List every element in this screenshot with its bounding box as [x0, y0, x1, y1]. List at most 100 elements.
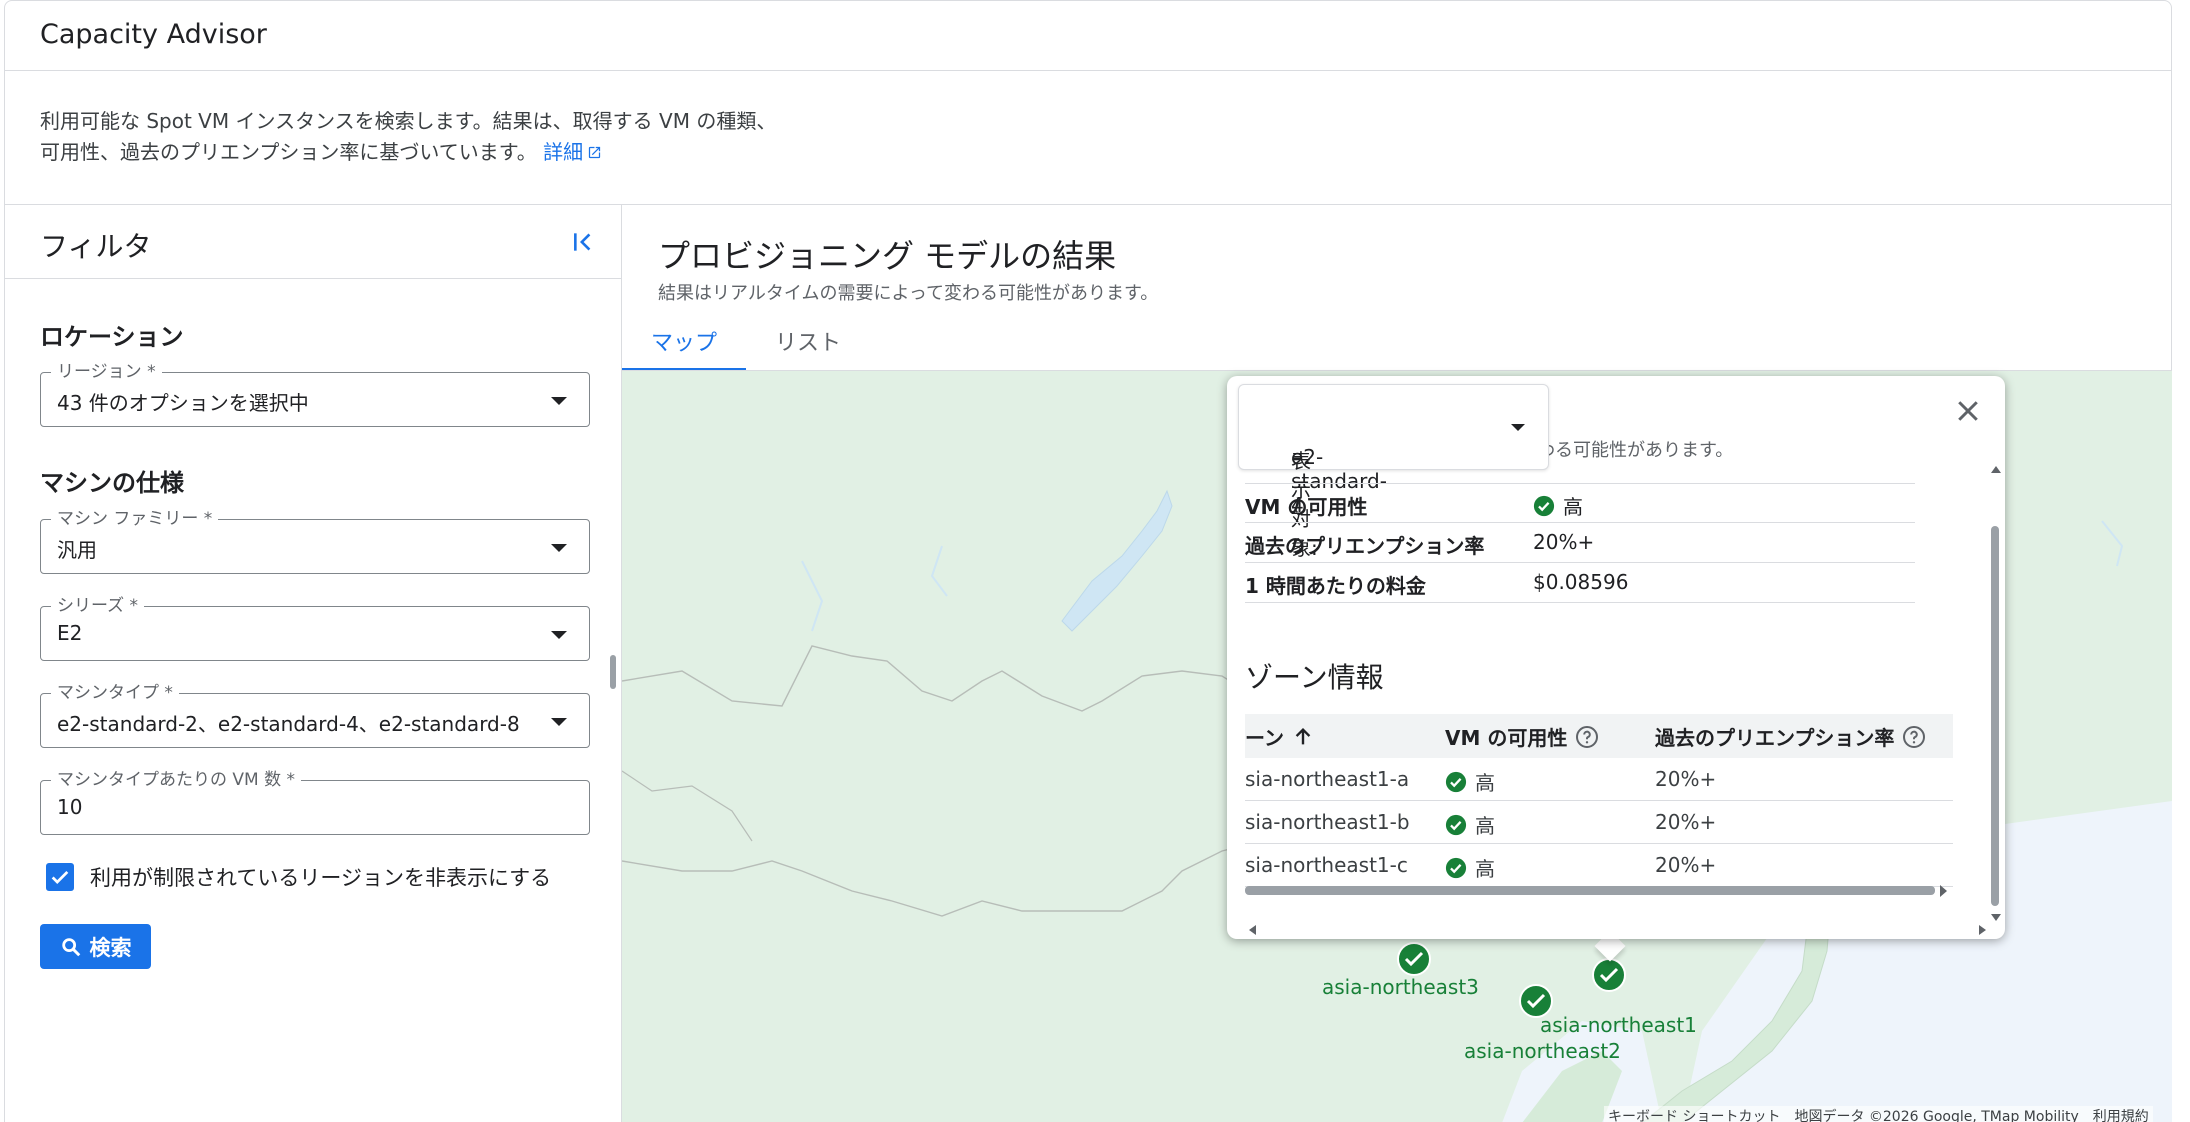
availability-column-header[interactable]: VM の可用性 [1445, 722, 1599, 751]
series-label: シリーズ * [51, 596, 145, 616]
popup-subtitle-partial: わる可能性があります。 [1537, 440, 1734, 461]
series-select[interactable]: シリーズ * E2 [40, 596, 590, 661]
region-marker-asia-northeast1[interactable] [1591, 957, 1627, 993]
summary-key: 過去のプリエンプション率 [1245, 534, 1485, 558]
chevron-down-icon [551, 397, 567, 405]
vm-count-input[interactable]: マシンタイプあたりの VM 数 * 10 [40, 770, 590, 835]
details-link-label: 詳細 [543, 140, 584, 164]
region-select[interactable]: リージョン * 43 件のオプションを選択中 [40, 362, 590, 427]
tab-map[interactable]: マップ [622, 325, 746, 371]
summary-value: 高 [1563, 495, 1583, 519]
chevron-down-icon [551, 631, 567, 639]
zone-name: sia-northeast1-c [1245, 853, 1408, 877]
marker-label-asia-northeast1: asia-northeast1 [1540, 1013, 1697, 1037]
hide-restricted-label: 利用が制限されているリージョンを非表示にする [90, 866, 552, 890]
summary-value: 20%+ [1533, 530, 1595, 554]
vm-count-label: マシンタイプあたりの VM 数 * [51, 770, 302, 790]
machine-type-label: マシンタイプ * [51, 683, 179, 703]
panel-resize-handle[interactable] [610, 655, 616, 689]
filter-header: フィルタ [5, 205, 621, 279]
filter-panel: フィルタ ロケーション リージョン * 43 件のオプションを選択中 マシンの仕… [4, 204, 622, 1122]
scroll-up-arrow-icon[interactable] [1991, 466, 2001, 473]
series-value: E2 [57, 621, 83, 645]
description-text: 利用可能な Spot VM インスタンスを検索します。結果は、取得する VM の… [40, 106, 776, 168]
description-line-2: 可用性、過去のプリエンプション率に基づいています。 [40, 140, 537, 164]
check-circle-icon [1445, 771, 1467, 792]
marker-label-asia-northeast2: asia-northeast2 [1464, 1039, 1621, 1063]
description-line-1: 利用可能な Spot VM インスタンスを検索します。結果は、取得する VM の… [40, 109, 777, 133]
scroll-left-arrow-icon[interactable] [1249, 925, 1256, 935]
search-button-label: 検索 [89, 935, 132, 960]
vm-count-value: 10 [57, 795, 83, 819]
zone-row: sia-northeast1-b 高 20%+ [1245, 801, 1953, 844]
filter-title: フィルタ [40, 230, 152, 263]
machine-family-select[interactable]: マシン ファミリー * 汎用 [40, 509, 590, 574]
zone-name: sia-northeast1-b [1245, 810, 1410, 834]
zone-availability: 高 [1475, 857, 1495, 881]
collapse-panel-icon[interactable] [571, 229, 597, 255]
zone-row: sia-northeast1-c 高 20%+ [1245, 844, 1953, 887]
machine-family-value: 汎用 [57, 538, 97, 562]
close-icon[interactable] [1953, 396, 1983, 426]
preemption-column-header[interactable]: 過去のプリエンプション率 [1655, 722, 1926, 751]
summary-key: VM の可用性 [1245, 495, 1368, 519]
zone-name: sia-northeast1-a [1245, 767, 1410, 791]
check-circle-icon [1445, 857, 1467, 878]
location-section-title: ロケーション [40, 323, 184, 351]
help-icon[interactable] [1902, 725, 1926, 749]
zone-header-label: ーン [1245, 726, 1284, 750]
availability-header-label: VM の可用性 [1445, 726, 1568, 750]
region-value: 43 件のオプションを選択中 [57, 391, 309, 415]
summary-row-availability: VM の可用性 高 [1245, 483, 1915, 523]
machine-type-value: e2-standard-2、e2-standard-4、e2-standard-… [57, 712, 520, 736]
summary-key: 1 時間あたりの料金 [1245, 574, 1426, 598]
table-horizontal-scrollbar[interactable] [1245, 886, 1935, 895]
machine-type-dropdown[interactable]: 表示対象: e2-standard-4 [1238, 384, 1549, 560]
zone-table-header: ーン VM の可用性 過去のプリエンプション率 [1245, 714, 1953, 758]
chevron-down-icon [1511, 424, 1525, 431]
summary-value: $0.08596 [1533, 570, 1629, 594]
chevron-down-icon [551, 718, 567, 726]
scroll-right-arrow-icon[interactable] [1979, 925, 1986, 935]
zone-column-header[interactable]: ーン [1245, 722, 1314, 751]
zone-preemption: 20%+ [1655, 853, 1717, 877]
zone-preemption: 20%+ [1655, 810, 1717, 834]
summary-row-price: 1 時間あたりの料金 $0.08596 [1245, 563, 1915, 603]
hide-restricted-checkbox[interactable] [46, 863, 74, 891]
hide-restricted-row: 利用が制限されているリージョンを非表示にする [46, 862, 551, 892]
tab-list[interactable]: リスト [746, 325, 870, 371]
results-title: プロビジョニング モデルの結果 [658, 237, 1117, 275]
summary-row-preemption: 過去のプリエンプション率 20%+ [1245, 523, 1915, 563]
details-link[interactable]: 詳細 [543, 140, 602, 164]
scroll-right-arrow-icon[interactable] [1940, 885, 1947, 897]
zone-availability: 高 [1475, 771, 1495, 795]
zone-row: sia-northeast1-a 高 20%+ [1245, 758, 1953, 801]
check-circle-icon [1445, 814, 1467, 835]
machine-family-label: マシン ファミリー * [51, 509, 219, 529]
arrow-up-icon [1295, 727, 1311, 744]
search-button[interactable]: 検索 [40, 924, 151, 969]
preemption-header-label: 過去のプリエンプション率 [1655, 726, 1895, 750]
checkmark-icon [51, 870, 69, 884]
search-icon [61, 937, 80, 956]
results-subtitle: 結果はリアルタイムの需要によって変わる可能性があります。 [658, 283, 1159, 304]
check-circle-icon [1533, 495, 1555, 516]
machine-section-title: マシンの仕様 [40, 469, 184, 497]
zone-availability: 高 [1475, 814, 1495, 838]
map-attribution[interactable]: キーボード ショートカット 地図データ ©2026 Google, TMap M… [1604, 1106, 2153, 1122]
region-marker-asia-northeast3[interactable] [1396, 941, 1432, 977]
region-label: リージョン * [51, 362, 162, 382]
region-info-popup: わる可能性があります。 表示対象: e2-standard-4 VM の可用性 … [1227, 376, 2005, 939]
app-title: Capacity Advisor [40, 19, 267, 50]
zone-preemption: 20%+ [1655, 767, 1717, 791]
chevron-down-icon [551, 544, 567, 552]
zone-info-title: ゾーン情報 [1245, 661, 1384, 694]
machine-type-select[interactable]: マシンタイプ * e2-standard-2、e2-standard-4、e2-… [40, 683, 590, 748]
marker-label-asia-northeast3: asia-northeast3 [1322, 975, 1479, 999]
external-link-icon [589, 146, 601, 159]
app-header: Capacity Advisor [4, 0, 2172, 71]
popup-vertical-scrollbar[interactable] [1991, 526, 1999, 906]
scroll-down-arrow-icon[interactable] [1991, 914, 2001, 921]
help-icon[interactable] [1575, 725, 1599, 749]
description-panel: 利用可能な Spot VM インスタンスを検索します。結果は、取得する VM の… [4, 71, 2172, 204]
